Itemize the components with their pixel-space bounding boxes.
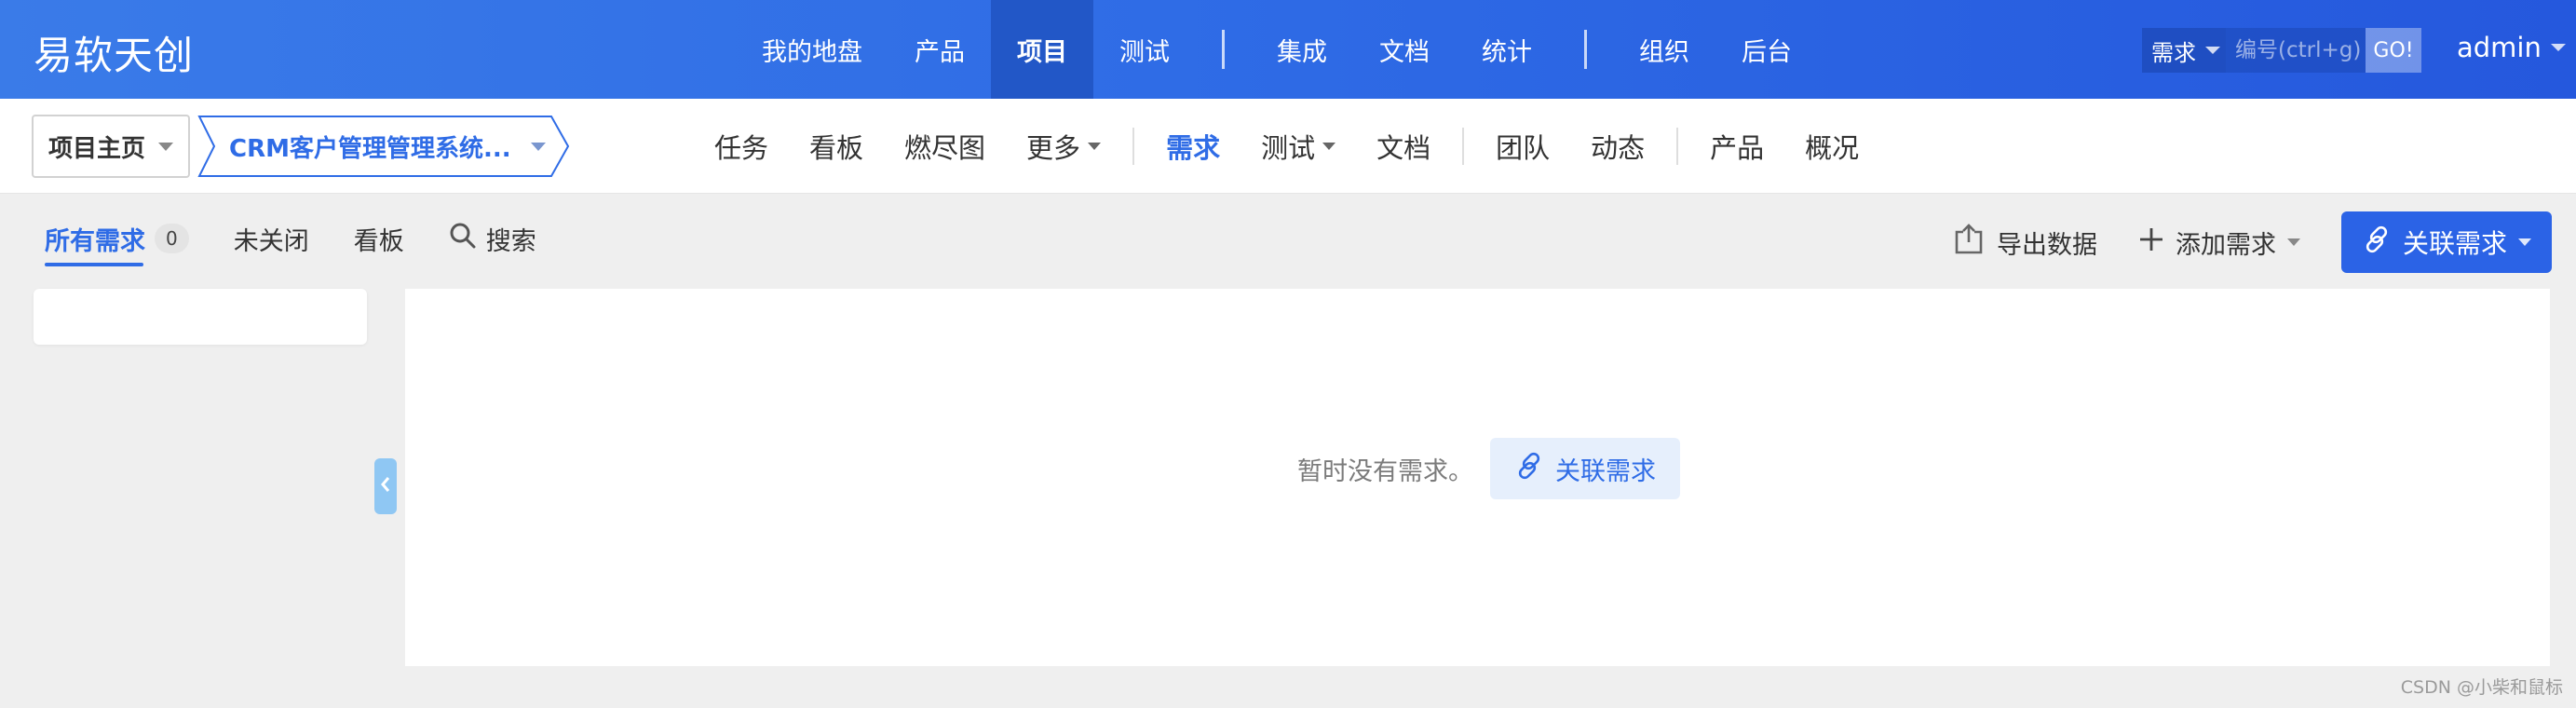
main-nav-item[interactable]: 我的地盘 [736,0,888,99]
subnav-item[interactable]: 需求 [1146,127,1241,166]
subnav-item[interactable]: 文档 [1356,127,1451,166]
subnav-item[interactable]: 燃尽图 [884,127,1006,166]
subnav-separator [1676,128,1679,165]
search-type-select[interactable]: 需求 [2142,28,2226,73]
tab-all-stories[interactable]: 所有需求 0 [45,211,189,266]
tab-board[interactable]: 看板 [354,211,404,266]
search-toggle-label: 搜索 [485,226,536,256]
subnav-item-label: 更多 [1026,132,1081,164]
tab-all-label: 所有需求 [45,226,145,256]
empty-link-story-button[interactable]: 关联需求 [1490,438,1680,499]
brand-logo[interactable]: 易软天创 [34,24,194,81]
subnav-item-label: 任务 [714,132,769,164]
count-badge: 0 [155,224,189,253]
subnav-separator [1462,128,1465,165]
chevron-down-icon [1088,143,1102,150]
plus-icon [2138,226,2164,259]
main-nav-item[interactable]: 后台 [1715,0,1818,99]
search-go-button[interactable]: GO! [2366,28,2421,73]
module-sidebar [34,289,367,345]
chevron-down-icon [2205,47,2220,54]
empty-message: 暂时没有需求。 [1297,456,1473,486]
search-type-label: 需求 [2151,39,2196,66]
search-icon [449,222,477,256]
subnav-item[interactable]: 测试 [1241,127,1356,166]
empty-state: 暂时没有需求。 关联需求 [1297,438,1680,499]
main-nav-item[interactable]: 组织 [1613,0,1715,99]
top-navbar: 易软天创 我的地盘产品项目测试集成文档统计组织后台 需求 GO! admin [0,0,2576,99]
subnav-item-label: 需求 [1166,132,1221,164]
subnav-item[interactable]: 看板 [789,127,884,166]
user-menu[interactable]: admin [2457,32,2566,63]
chevron-down-icon [158,142,174,151]
tab-unclosed[interactable]: 未关闭 [234,211,309,266]
search-toggle[interactable]: 搜索 [449,211,536,266]
add-story-button[interactable]: 添加需求 [2138,225,2300,261]
chevron-down-icon [1322,143,1336,150]
main-nav-item[interactable]: 测试 [1093,0,1196,99]
breadcrumb-home-label: 项目主页 [48,134,146,163]
subnav-item[interactable]: 概况 [1784,127,1879,166]
main-nav: 我的地盘 产品 项目 测试 集成 文档 统计 组织 后台 [736,0,1818,99]
user-name: admin [2457,32,2542,63]
empty-link-label: 关联需求 [1555,456,1656,486]
main-nav-item[interactable]: 产品 [888,0,991,99]
breadcrumb-project-label: CRM客户管理管理系统... [229,135,511,163]
chevron-down-icon [2550,44,2566,51]
link-story-label: 关联需求 [2402,228,2507,259]
subnav-item-label: 动态 [1591,132,1646,164]
export-icon [1952,223,1986,263]
sidebar-collapse-handle[interactable] [374,458,397,514]
watermark: CSDN @小柴和鼠标 [2400,677,2563,698]
subnav-item-label: 燃尽图 [904,132,986,164]
story-filter-tabs: 所有需求 0 未关闭 看板 搜索 [45,211,536,266]
chevron-down-icon [2518,238,2531,246]
chevron-down-icon [2287,238,2300,246]
chevron-down-icon [531,143,546,151]
global-search: 需求 GO! [2142,28,2421,73]
subnav-item-label: 概况 [1805,132,1860,164]
link-icon [2362,225,2392,261]
nav-separator [1584,30,1587,69]
subnav-item-label: 产品 [1710,132,1765,164]
subnav-item[interactable]: 任务 [694,127,789,166]
project-subbar: 项目主页 CRM客户管理管理系统... 任务 看板 燃尽图 更多 需求 测试 文档 团队 动态 产… [0,99,2576,194]
export-button[interactable]: 导出数据 [1952,223,2097,263]
subnav-item[interactable]: 团队 [1475,127,1570,166]
main-nav-item[interactable]: 项目 [991,0,1093,99]
subnav-item[interactable]: 更多 [1006,127,1121,166]
link-icon [1514,451,1544,487]
main-nav-item[interactable]: 集成 [1251,0,1353,99]
subnav-item[interactable]: 动态 [1570,127,1665,166]
export-label: 导出数据 [1997,230,2097,260]
main-nav-item[interactable]: 文档 [1353,0,1456,99]
chevron-left-icon [379,475,392,497]
subnav-separator [1132,128,1135,165]
nav-separator [1222,30,1225,69]
search-input[interactable] [2226,28,2366,73]
subnav-item[interactable]: 产品 [1689,127,1784,166]
add-story-label: 添加需求 [2176,230,2276,260]
breadcrumb-project-home[interactable]: 项目主页 [32,115,190,178]
project-subnav: 任务 看板 燃尽图 更多 需求 测试 文档 团队 动态 产品 概况 [694,99,1879,194]
story-actions: 导出数据 添加需求 关联需求 [1952,211,2552,274]
subnav-item-label: 文档 [1376,132,1431,164]
breadcrumb-project-switcher[interactable]: CRM客户管理管理系统... [197,115,570,178]
subnav-item-label: 看板 [809,132,864,164]
story-list-panel: 暂时没有需求。 关联需求 [405,289,2550,666]
main-nav-item[interactable]: 统计 [1456,0,1558,99]
link-story-button[interactable]: 关联需求 [2341,211,2552,273]
subnav-item-label: 团队 [1496,132,1551,164]
subnav-item-label: 测试 [1261,132,1316,164]
